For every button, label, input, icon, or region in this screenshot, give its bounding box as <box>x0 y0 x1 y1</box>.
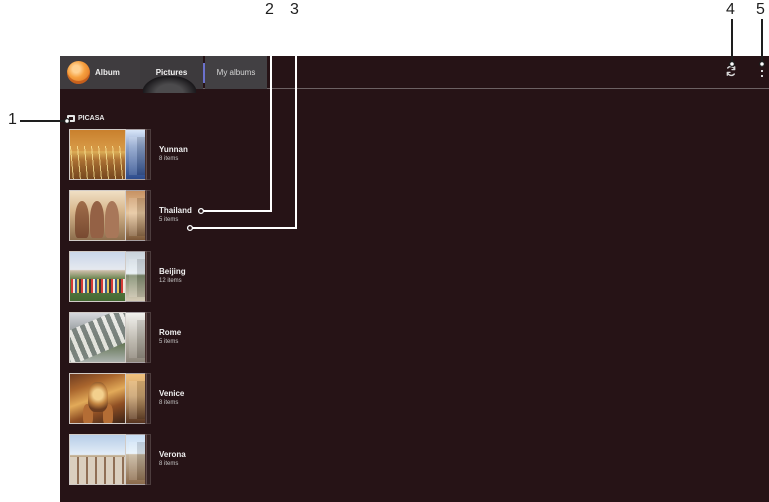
secondary-photo-thumbnail <box>126 312 145 363</box>
bottom-strip <box>60 493 769 502</box>
secondary-photo-thumbnail <box>126 129 145 180</box>
album-icon <box>67 61 90 84</box>
secondary-photo-thumbnail <box>126 434 145 485</box>
album-thumbnail-stack[interactable] <box>69 434 151 487</box>
album-thumbnail-stack[interactable] <box>69 190 151 243</box>
album-row-beijing[interactable]: Beijing 12 items <box>60 248 305 306</box>
album-row-venice[interactable]: Venice 8 items <box>60 370 305 428</box>
beijing-photo-thumbnail <box>69 251 126 302</box>
picasa-section-header: PICASA <box>67 113 122 124</box>
album-label: Album <box>95 68 120 77</box>
album-app-tab[interactable]: Album <box>60 56 140 89</box>
album-row-verona[interactable]: Verona 8 items <box>60 431 305 489</box>
tab-my-albums[interactable]: My albums <box>205 56 267 89</box>
yunnan-photo-thumbnail <box>69 129 126 180</box>
album-row-thailand[interactable]: Thailand 5 items <box>60 187 305 245</box>
album-count: 8 items <box>159 156 179 162</box>
album-count: 8 items <box>159 400 179 406</box>
album-row-rome[interactable]: Rome 5 items <box>60 309 305 367</box>
callout-number-5: 5 <box>756 1 765 18</box>
callout-number-1: 1 <box>8 111 17 128</box>
album-title: Venice <box>159 389 185 398</box>
overflow-menu-icon[interactable] <box>760 65 764 78</box>
my-albums-label: My albums <box>216 68 256 77</box>
annotated-screenshot-page: Album Pictures My albums PICASA Yunnan 8… <box>0 0 769 502</box>
secondary-photo-thumbnail <box>126 251 145 302</box>
venice-photo-thumbnail <box>69 373 126 424</box>
album-title: Rome <box>159 328 182 337</box>
callout-number-2: 2 <box>265 1 274 18</box>
album-row-yunnan[interactable]: Yunnan 8 items <box>60 126 305 184</box>
sync-icon[interactable] <box>725 65 737 77</box>
selected-tab-indicator-icon <box>143 76 196 93</box>
callout-number-4: 4 <box>726 1 735 18</box>
top-toolbar: Album Pictures My albums <box>60 56 769 93</box>
album-title: Thailand <box>159 206 192 215</box>
album-list: Yunnan 8 items Thailand 5 items Beijing … <box>60 126 320 502</box>
album-count: 12 items <box>159 278 182 284</box>
thailand-photo-thumbnail <box>69 190 126 241</box>
secondary-photo-thumbnail <box>126 373 145 424</box>
album-screen: Album Pictures My albums PICASA Yunnan 8… <box>60 56 769 502</box>
album-thumbnail-stack[interactable] <box>69 312 151 365</box>
album-title: Beijing <box>159 267 186 276</box>
verona-photo-thumbnail <box>69 434 126 485</box>
album-thumbnail-stack[interactable] <box>69 251 151 304</box>
album-title: Yunnan <box>159 145 188 154</box>
rome-photo-thumbnail <box>69 312 126 363</box>
album-count: 8 items <box>159 461 179 467</box>
callout-number-3: 3 <box>290 1 299 18</box>
album-title: Verona <box>159 450 186 459</box>
album-thumbnail-stack[interactable] <box>69 373 151 426</box>
album-count: 5 items <box>159 217 179 223</box>
secondary-photo-thumbnail <box>126 190 145 241</box>
picasa-icon <box>67 115 75 122</box>
album-thumbnail-stack[interactable] <box>69 129 151 182</box>
album-count: 5 items <box>159 339 179 345</box>
picasa-label: PICASA <box>78 115 105 122</box>
